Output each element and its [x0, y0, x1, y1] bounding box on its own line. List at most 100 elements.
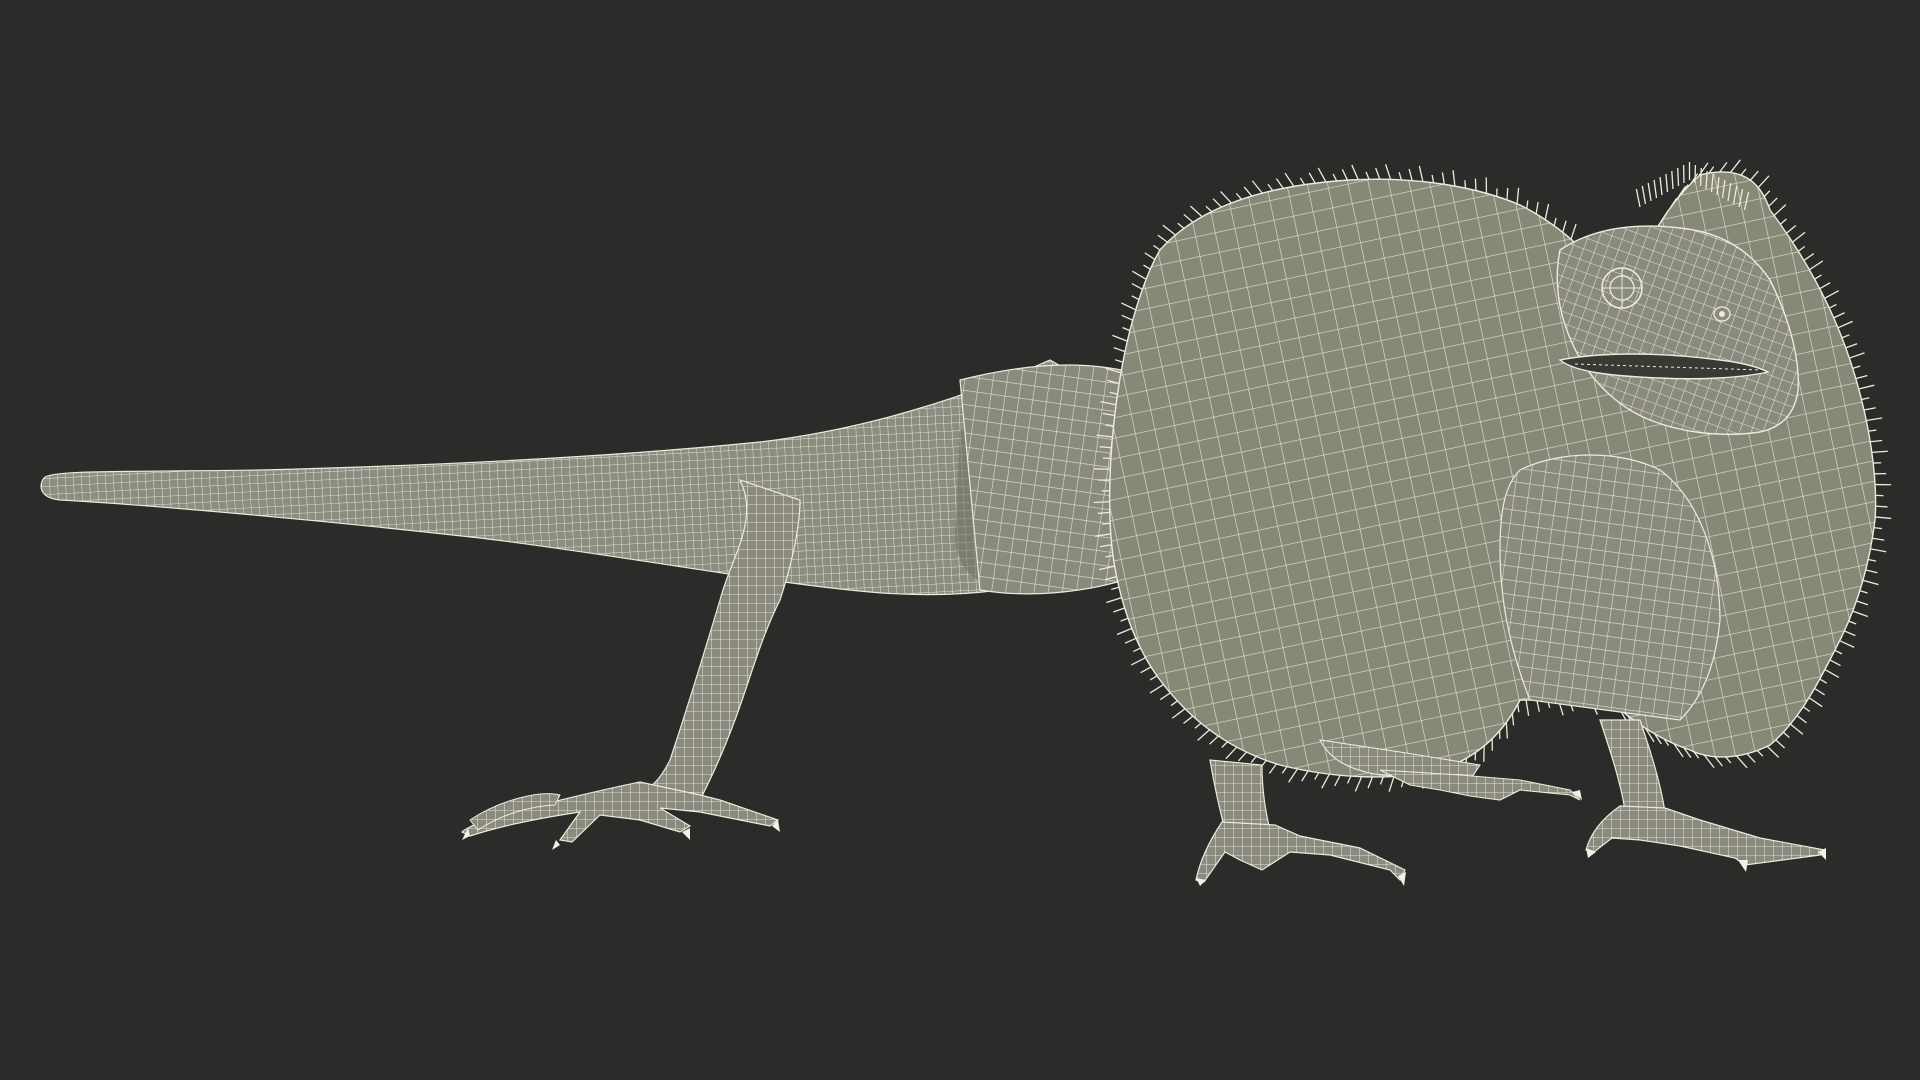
frill-spike [1848, 620, 1857, 625]
frill-spike [1803, 253, 1815, 261]
frill-spike [1474, 178, 1477, 191]
frill-spike [1725, 756, 1732, 764]
frill-spike [1856, 600, 1869, 606]
frill-spike [1814, 687, 1826, 696]
frill-spike [1740, 168, 1747, 176]
frill-spike [1452, 170, 1456, 187]
crest-spike [1699, 167, 1702, 187]
frill-spike [1120, 617, 1129, 622]
frill-spike [1351, 164, 1359, 180]
frill-spike [1171, 708, 1186, 719]
frill-spike [1730, 159, 1741, 173]
frill-spike [1341, 169, 1349, 181]
frill-spike [1189, 205, 1203, 218]
frill-spike [1441, 172, 1445, 185]
frill-spike [1388, 776, 1395, 792]
frill-spike [1749, 170, 1759, 181]
frill-spike [1464, 180, 1467, 189]
frill-spike [1802, 706, 1811, 712]
frill-spike [1719, 161, 1728, 173]
frill-spike [1775, 739, 1786, 749]
frill-spike [1346, 775, 1352, 784]
frill-spike [1212, 198, 1222, 208]
frill-spike [1431, 174, 1435, 183]
frill-spike [1281, 766, 1288, 774]
frill-spike [1814, 274, 1822, 280]
frill-spike [1354, 776, 1363, 792]
frill-spike [1237, 751, 1247, 762]
frill-spike [1535, 201, 1539, 214]
crest-spike [1665, 173, 1669, 193]
frill-spike [1714, 756, 1723, 767]
frill-spike [1766, 745, 1780, 758]
frill-spike [1859, 590, 1868, 594]
frill-spike [1870, 548, 1887, 553]
frill-spike [1284, 172, 1295, 187]
frill-spike [1786, 224, 1797, 234]
frill-spike [1314, 772, 1320, 780]
frill-spike [1829, 659, 1841, 667]
frill-spike [1121, 314, 1133, 321]
frill-spike [1862, 579, 1879, 586]
frill-spike [1852, 610, 1869, 618]
frill-spike [1243, 186, 1253, 197]
frill-spike [1865, 569, 1878, 574]
frill-spike [1379, 776, 1384, 785]
frill-spike [1149, 675, 1158, 681]
frill-spike [1251, 180, 1263, 194]
front-foot-middle [1379, 769, 1582, 801]
eye-far [1713, 306, 1731, 322]
frill-spike [1398, 172, 1402, 181]
frill-spike [1763, 190, 1771, 197]
frill-spike [1834, 649, 1843, 655]
frill-spike [1162, 224, 1176, 236]
frill-spike [1516, 187, 1520, 204]
frill-spike [1133, 647, 1141, 653]
frill-spike [1782, 731, 1790, 738]
frill-spike [1852, 365, 1861, 369]
frill-spike [1870, 439, 1883, 443]
frill-spike [1112, 334, 1128, 342]
crest-spike [1677, 167, 1680, 187]
frill-spike [1845, 343, 1858, 349]
frill-spike [1562, 220, 1567, 233]
frill-spike [1121, 302, 1136, 311]
crest-spike [1671, 170, 1674, 190]
frill-spike [1132, 270, 1147, 280]
frill-spike [1288, 768, 1299, 783]
frill-spike [1824, 290, 1839, 299]
frill-spike [1197, 729, 1210, 741]
frill-spike [1833, 312, 1845, 319]
frill-spike [1235, 193, 1243, 200]
frill-spike [1866, 417, 1883, 422]
hind-foot [460, 781, 780, 850]
frill-spike [1792, 231, 1806, 243]
frill-spike [1875, 516, 1892, 520]
crest-spike [1659, 176, 1663, 196]
frill-spike [1102, 522, 1111, 525]
frill-spike [1553, 217, 1557, 226]
frill-spike [1768, 197, 1778, 207]
frill-spike [1131, 657, 1146, 666]
frill-spike [1797, 245, 1806, 252]
frill-spike [1250, 756, 1257, 763]
front-foot-right [1585, 805, 1827, 872]
frill-spike [1194, 722, 1202, 729]
frill-spike [1871, 450, 1888, 454]
frill-spike [1332, 173, 1338, 182]
frill-spike [1839, 640, 1855, 648]
frill-spike [1140, 666, 1152, 674]
frill-spike [1824, 668, 1840, 678]
frill-spike [1170, 700, 1178, 707]
frill-spike [1144, 252, 1156, 261]
frill-spike [1863, 407, 1876, 411]
frill-spike [1757, 175, 1770, 188]
frill-spike [1143, 264, 1151, 270]
frill-spike [1773, 204, 1787, 217]
frill-spike [1159, 692, 1171, 701]
frill-spike [1746, 753, 1756, 763]
frill-spike [1868, 558, 1877, 562]
frill-spike [1525, 699, 1530, 716]
frill-spike [1779, 218, 1787, 225]
frill-spike [1544, 203, 1550, 220]
